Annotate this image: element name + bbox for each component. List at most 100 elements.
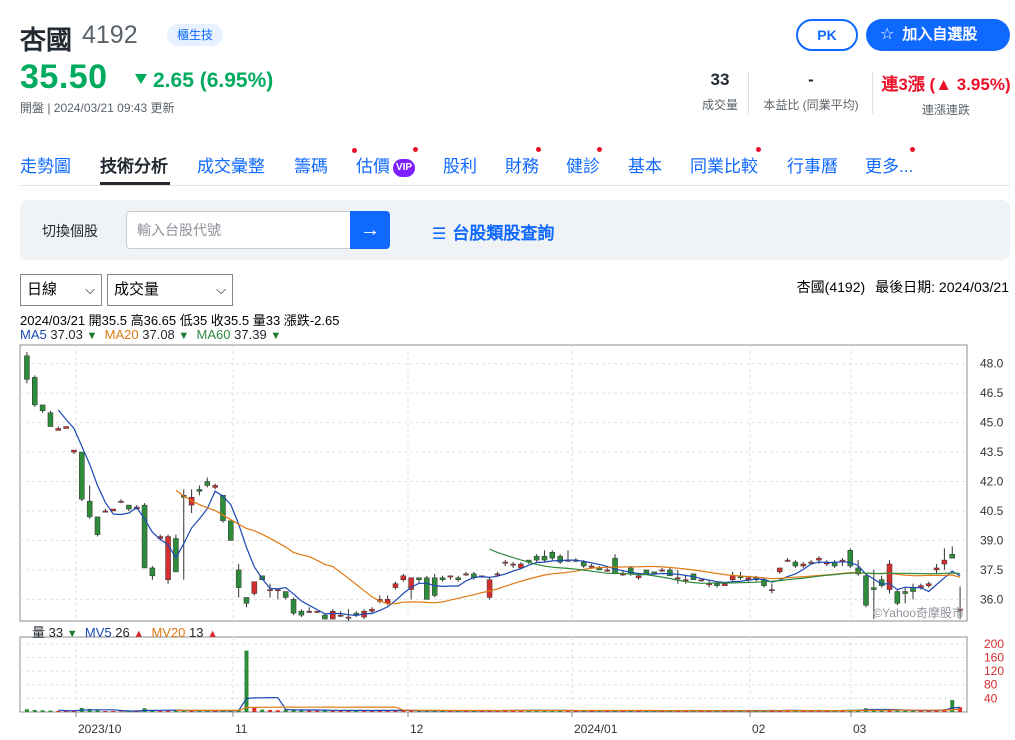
candle-body [949, 553, 955, 559]
candle-body [63, 426, 69, 429]
candle-body [769, 589, 775, 592]
candle-body [55, 428, 62, 431]
volume-bar [299, 710, 304, 712]
volume-bar [315, 710, 320, 712]
candle-body [126, 504, 132, 510]
volume-label: 量 [32, 625, 46, 640]
candle-body [431, 577, 438, 596]
candle-body [706, 583, 712, 586]
candle-body [94, 516, 101, 535]
candle-body [698, 579, 705, 582]
price-tick-label: 36.0 [980, 592, 1004, 606]
candle-body [588, 565, 595, 568]
candle-body [541, 555, 548, 561]
candle-body [39, 404, 46, 412]
candle-body [149, 567, 156, 577]
volume-bar [119, 711, 124, 712]
candle-body [314, 610, 320, 613]
volume-bar [24, 709, 29, 712]
volume-bar [111, 710, 116, 712]
volume-bar [166, 710, 171, 712]
price-tick-label: 39.0 [980, 533, 1004, 547]
price-tick-label: 46.5 [980, 386, 1004, 400]
price-tick-label: 45.0 [980, 416, 1004, 430]
candle-body [486, 579, 493, 598]
candle-body [776, 567, 783, 573]
price-tick-label: 48.0 [980, 357, 1004, 371]
candle-body [369, 608, 375, 612]
volume-bar [197, 710, 202, 712]
volume-bar [158, 710, 163, 712]
volume-bar [244, 650, 249, 712]
candle-body [118, 500, 124, 503]
candle-body [941, 559, 948, 565]
candle-body [220, 495, 226, 522]
x-axis-label: 11 [235, 722, 248, 736]
candle-body [714, 583, 720, 586]
x-axis-label: 02 [752, 722, 766, 736]
candle-body [604, 569, 610, 572]
candle-body [102, 510, 109, 513]
volume-bar [48, 710, 53, 712]
volume-value: 33 [48, 625, 64, 640]
candle-body [533, 555, 540, 561]
volume-tick-label: 160 [984, 650, 1004, 664]
candle-body [322, 614, 328, 620]
volume-bar [260, 709, 265, 712]
candle-body [228, 520, 234, 541]
candle-body [306, 610, 312, 613]
candle-body [86, 500, 93, 518]
candle-body [204, 481, 211, 486]
candle-body [329, 610, 336, 620]
down-triangle-icon: ▼ [66, 628, 78, 640]
candle-body [722, 583, 728, 586]
mv5-value: 26 [115, 625, 130, 640]
volume-bar [40, 710, 45, 712]
volume-tick-label: 120 [984, 664, 1004, 678]
price-tick-label: 43.5 [980, 445, 1004, 459]
candle-body [235, 569, 242, 588]
volume-bar [275, 710, 280, 712]
volume-tick-label: 80 [984, 678, 998, 692]
volume-bar [56, 710, 61, 712]
candle-body [863, 575, 869, 606]
candle-body [502, 561, 509, 564]
candle-body [902, 591, 908, 594]
candle-body [792, 561, 799, 567]
volume-bar [103, 710, 108, 712]
up-triangle-icon: ▲ [207, 628, 219, 640]
candle-body [612, 557, 618, 575]
candle-body [196, 489, 203, 492]
candle-body [871, 587, 877, 590]
candle-body [416, 577, 422, 580]
candle-body [494, 573, 501, 576]
candle-body [275, 589, 281, 592]
mv20-label: MV20 [151, 625, 186, 640]
candle-body [667, 569, 673, 577]
volume-bar [32, 709, 37, 712]
candle-body [337, 614, 344, 617]
mv20-value: 13 [189, 625, 204, 640]
candle-body [400, 575, 407, 580]
volume-legend: 量 33 ▼ MV5 26 ▲ MV20 13 ▲ [32, 622, 218, 641]
candle-body [439, 577, 446, 580]
candle-body [816, 557, 822, 561]
candle-body [298, 610, 305, 616]
volume-tick-label: 40 [984, 691, 998, 705]
x-axis-label: 12 [410, 722, 424, 736]
candle-body [251, 581, 258, 594]
candle-body [549, 551, 556, 559]
candle-body [392, 583, 399, 588]
candle-body [675, 577, 681, 580]
candle-body [32, 377, 38, 406]
candle-body [800, 563, 806, 567]
candle-body [635, 575, 642, 579]
up-triangle-icon: ▲ [133, 628, 145, 640]
volume-panel [19, 636, 968, 713]
candle-body [141, 504, 148, 569]
candle-body [71, 449, 77, 453]
chart-watermark: ©Yahoo奇摩股市 [873, 606, 964, 620]
candle-body [79, 451, 85, 500]
volume-bar [95, 710, 100, 712]
candle-body [784, 559, 791, 562]
